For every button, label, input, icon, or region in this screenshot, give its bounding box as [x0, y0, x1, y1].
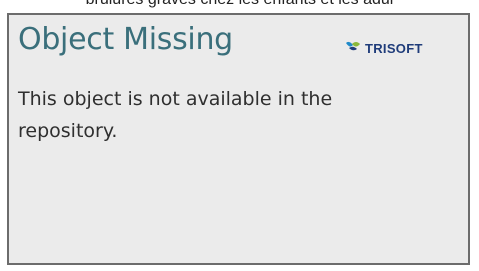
trisoft-logo: TRISOFT — [345, 39, 423, 57]
panel-title: Object Missing — [18, 22, 233, 57]
missing-object-message: This object is not available in the repo… — [18, 88, 333, 142]
background-page-text: brûlures graves chez les enfants et les … — [0, 0, 479, 9]
trisoft-logo-icon — [345, 39, 361, 57]
object-missing-panel: Object Missing TRISOFT This object is no… — [7, 13, 470, 265]
logo-text: TRISOFT — [365, 40, 423, 56]
